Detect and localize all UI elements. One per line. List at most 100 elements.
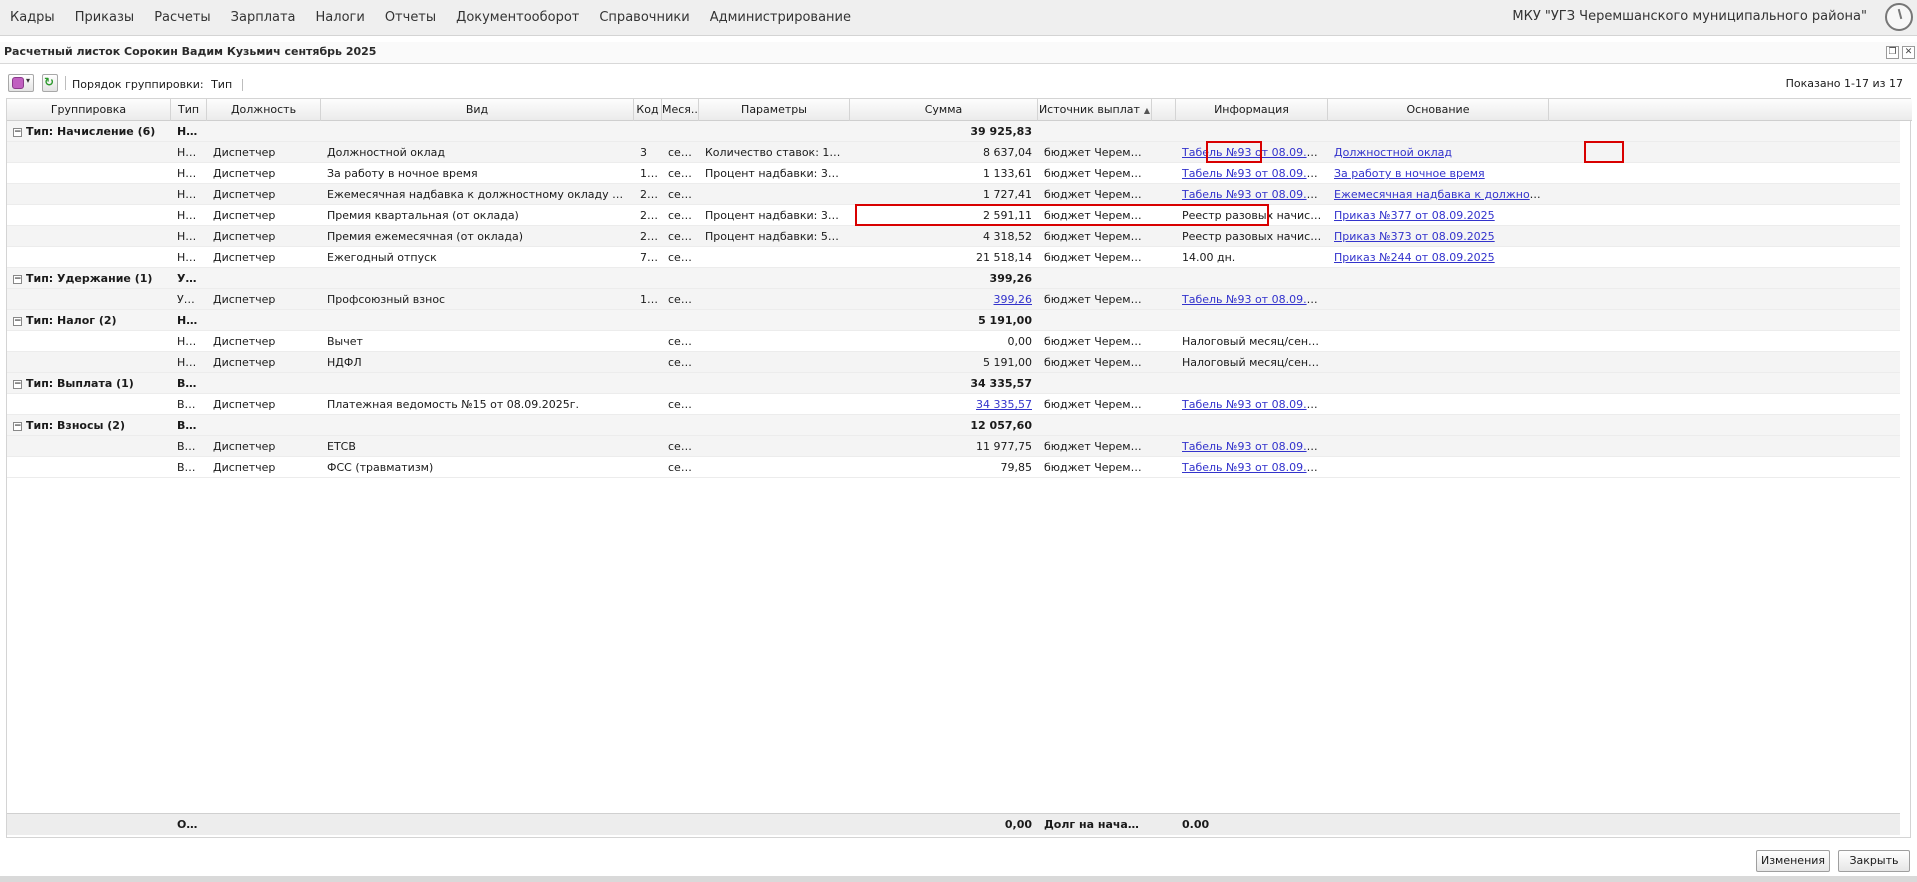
cell-basis[interactable]: Приказ №244 от 08.09.2025 [1328, 247, 1549, 268]
info-link[interactable]: Табель №93 от 08.09.2025 (7 из... [1182, 146, 1328, 159]
cell-info[interactable]: Табель №93 от 08.09.2025 (7 из... [1176, 457, 1328, 478]
table-row[interactable]: Налог Диспетчер НДФЛ сент... 5 191,00 бюджет … [7, 352, 1900, 373]
settings-menu-button[interactable]: ▾ [8, 74, 34, 92]
info-link[interactable]: Табель №93 от 08.09.2025 (7 из... [1182, 440, 1328, 453]
table-row[interactable]: Начи... Диспетчер Ежемесячная надбавка к д… [7, 184, 1900, 205]
restore-window-icon[interactable]: ❐ [1886, 46, 1899, 59]
info-link[interactable]: Табель №93 от 08.09.2025 (7 из... [1182, 167, 1328, 180]
table-row[interactable]: Налог Диспетчер Вычет сент... 0,00 бюджет Чер… [7, 331, 1900, 352]
table-row[interactable]: Начи... Диспетчер Ежегодный отпуск 701 сент.… [7, 247, 1900, 268]
cell-info[interactable]: Табель №93 от 08.09.2025 (7 из... [1176, 394, 1328, 415]
cell-info[interactable]: Табель №93 от 08.09.2025 (7 из... [1176, 163, 1328, 184]
sum-link[interactable]: 34 335,57 [976, 398, 1032, 411]
cell-info[interactable]: Табель №93 от 08.09.2025 (7 из... [1176, 184, 1328, 205]
basis-link[interactable]: Приказ №373 от 08.09.2025 [1334, 230, 1495, 243]
table-row[interactable]: Взно... Диспетчер ФСС (травматизм) сент... 7… [7, 457, 1900, 478]
group-label[interactable]: − Тип: Взносы (2) [7, 415, 171, 436]
basis-link[interactable]: За работу в ночное время [1334, 167, 1485, 180]
column-header-month[interactable]: Меся... [662, 99, 699, 121]
code-value: 272 [640, 209, 661, 222]
group-type: Вып... [177, 377, 207, 390]
sum-link[interactable]: 399,26 [994, 293, 1033, 306]
grouping-order-value[interactable]: Тип [211, 78, 232, 91]
menu-item[interactable]: Отчеты [375, 0, 446, 36]
collapse-icon[interactable]: − [13, 421, 22, 431]
changes-button[interactable]: Изменения [1756, 850, 1830, 872]
toolbar-divider [65, 76, 66, 90]
grid-header: Группировка Тип Должность Вид Код Меся... Пара… [7, 99, 1912, 121]
basis-link[interactable]: Приказ №377 от 08.09.2025 [1334, 209, 1495, 222]
cell-source: бюджет Черемшанског... [1038, 226, 1152, 247]
grouping-order[interactable]: Порядок группировки: Тип [72, 78, 243, 91]
group-row[interactable]: −Тип: Начисление (6) Нач... 39 925,83 [7, 121, 1900, 142]
info-link[interactable]: Табель №93 от 08.09.2025 (7 из... [1182, 461, 1328, 474]
collapse-icon[interactable]: − [13, 316, 22, 326]
cell-info[interactable]: Табель №93 от 08.09.2025 (7 из... [1176, 289, 1328, 310]
table-row[interactable]: Начи... Диспетчер За работу в ночное время… [7, 163, 1900, 184]
collapse-icon[interactable]: − [13, 379, 22, 389]
cell-basis[interactable]: Должностной оклад [1328, 142, 1549, 163]
column-header-code[interactable]: Код [634, 99, 662, 121]
position-value: Диспетчер [213, 293, 276, 306]
group-row[interactable]: −Тип: Налог (2) Налог 5 191,00 [7, 310, 1900, 331]
info-link[interactable]: Табель №93 от 08.09.2025 (7 из... [1182, 293, 1328, 306]
table-row[interactable]: Начи... Диспетчер Премия квартальная (от о… [7, 205, 1900, 226]
column-header-basis[interactable]: Основание [1328, 99, 1549, 121]
collapse-icon[interactable]: − [13, 274, 22, 284]
menu-item[interactable]: Приказы [65, 0, 144, 36]
collapse-icon[interactable]: − [13, 127, 22, 137]
column-header-type[interactable]: Тип [171, 99, 207, 121]
column-header-params[interactable]: Параметры [699, 99, 850, 121]
cell-basis[interactable]: За работу в ночное время [1328, 163, 1549, 184]
cell-basis[interactable]: Приказ №377 от 08.09.2025 [1328, 205, 1549, 226]
cell-basis [1328, 457, 1549, 478]
table-row[interactable]: Взно... Диспетчер ЕТСВ сент... 11 977,75 бюдж… [7, 436, 1900, 457]
menu-item[interactable]: Расчеты [144, 0, 220, 36]
basis-link[interactable]: Приказ №244 от 08.09.2025 [1334, 251, 1495, 264]
cell-basis[interactable]: Ежемесячная надбавка к должностному окла… [1328, 184, 1549, 205]
group-label[interactable]: − Тип: Удержание (1) [7, 268, 171, 289]
close-window-icon[interactable]: ✕ [1902, 46, 1915, 59]
column-header-source[interactable]: Источник выплат ▲ [1038, 99, 1152, 121]
params-value: Количество ставок: 1ст. [705, 146, 846, 159]
column-header-blank[interactable] [1152, 99, 1176, 121]
table-row[interactable]: Вып... Диспетчер Платежная ведомость №15 о… [7, 394, 1900, 415]
table-row[interactable]: Начи... Диспетчер Должностной оклад 3 сент..… [7, 142, 1900, 163]
basis-link[interactable]: Должностной оклад [1334, 146, 1452, 159]
group-label[interactable]: − Тип: Налог (2) [7, 310, 171, 331]
group-row[interactable]: −Тип: Взносы (2) Взн... 12 057,60 [7, 415, 1900, 436]
menu-item[interactable]: Администрирование [700, 0, 861, 36]
group-row[interactable]: −Тип: Выплата (1) Вып... 34 335,57 [7, 373, 1900, 394]
menu-item[interactable]: Налоги [306, 0, 375, 36]
cell-sum[interactable]: 34 335,57 [850, 394, 1038, 415]
table-row[interactable]: Начи... Диспетчер Премия ежемесячная (от о… [7, 226, 1900, 247]
cell-params: Процент надбавки: 35% [699, 163, 850, 184]
refresh-button[interactable]: ↻ [42, 74, 58, 92]
column-header-kind[interactable]: Вид [321, 99, 634, 121]
cell-info[interactable]: Табель №93 от 08.09.2025 (7 из... [1176, 436, 1328, 457]
column-header-position[interactable]: Должность [207, 99, 321, 121]
menu-item[interactable]: Документооборот [446, 0, 589, 36]
menu-item[interactable]: Зарплата [221, 0, 306, 36]
close-button[interactable]: Закрыть [1838, 850, 1910, 872]
clock-icon[interactable] [1885, 3, 1913, 31]
column-header-label: Меся... [662, 103, 699, 116]
cell-basis[interactable]: Приказ №373 от 08.09.2025 [1328, 226, 1549, 247]
group-label[interactable]: − Тип: Выплата (1) [7, 373, 171, 394]
group-row[interactable]: −Тип: Удержание (1) Уде... 399,26 [7, 268, 1900, 289]
cell-info[interactable]: Табель №93 от 08.09.2025 (7 из... [1176, 142, 1328, 163]
menu-item[interactable]: Справочники [589, 0, 699, 36]
settings-gear-icon [12, 77, 24, 89]
type-value: Взно... [177, 440, 207, 453]
table-row[interactable]: Удер... Диспетчер Профсоюзный взнос 166 сент… [7, 289, 1900, 310]
info-link[interactable]: Табель №93 от 08.09.2025 (7 из... [1182, 188, 1328, 201]
column-header-sum[interactable]: Сумма [850, 99, 1038, 121]
cell-sum[interactable]: 399,26 [850, 289, 1038, 310]
group-label-text: Тип: Выплата (1) [26, 377, 134, 390]
menu-item[interactable]: Кадры [0, 0, 65, 36]
basis-link[interactable]: Ежемесячная надбавка к должностному окла… [1334, 188, 1549, 201]
column-header-info[interactable]: Информация [1176, 99, 1328, 121]
group-label[interactable]: − Тип: Начисление (6) [7, 121, 171, 142]
info-link[interactable]: Табель №93 от 08.09.2025 (7 из... [1182, 398, 1328, 411]
column-header-grouping[interactable]: Группировка [7, 99, 171, 121]
